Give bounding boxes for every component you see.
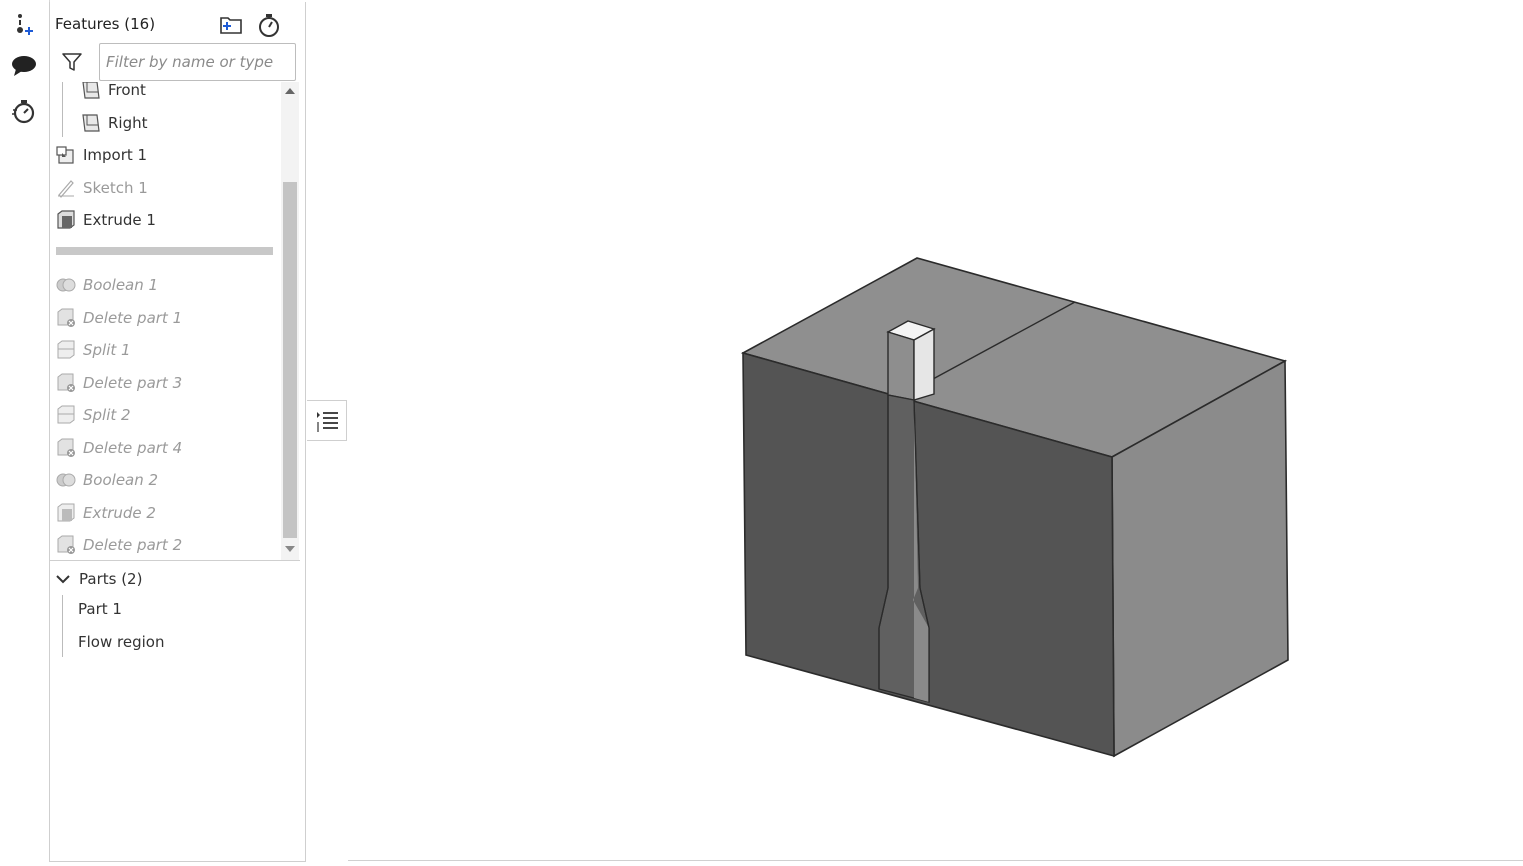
boolean-icon (56, 278, 76, 292)
delete-part-icon (57, 438, 75, 457)
part-item[interactable]: Flow region (78, 630, 164, 654)
sketch-icon (58, 180, 74, 198)
feature-label: Sketch 1 (83, 179, 148, 197)
graphics-viewport[interactable] (308, 0, 1523, 862)
filter-row (50, 42, 305, 82)
scroll-down-icon[interactable] (285, 546, 295, 552)
feature-item[interactable]: Delete part 3 (56, 370, 182, 396)
feature-label: Delete part 1 (83, 309, 183, 327)
feature-label: Right (108, 114, 148, 132)
feature-item[interactable]: Boolean 2 (56, 467, 158, 493)
split-icon (57, 340, 75, 359)
feature-scrollbar[interactable] (281, 82, 299, 560)
left-toolbar (0, 0, 50, 862)
parts-title: Parts (2) (79, 570, 143, 588)
rollback-timer-icon[interactable] (256, 12, 282, 38)
plane-icon (82, 114, 100, 132)
boolean-icon (56, 473, 76, 487)
feature-label: Split 1 (83, 341, 131, 359)
delete-part-icon (57, 535, 75, 554)
import-icon (56, 146, 74, 164)
feature-label: Front (108, 82, 146, 99)
insert-feature-icon[interactable] (8, 8, 40, 40)
timer-icon[interactable] (8, 95, 40, 127)
panel-title: Features (16) (55, 15, 156, 33)
divider (348, 860, 1523, 861)
add-folder-icon[interactable] (218, 12, 244, 38)
chevron-down-icon[interactable] (56, 574, 70, 584)
feature-label: Extrude 2 (83, 504, 156, 522)
feature-label: Import 1 (83, 146, 148, 164)
filter-input[interactable] (99, 43, 296, 81)
feature-item[interactable]: Extrude 1 (56, 207, 156, 233)
model-view (740, 257, 1289, 758)
tree-connector (62, 82, 63, 137)
feature-item[interactable]: Delete part 2 (56, 532, 182, 558)
feature-tree: Front Right Import 1 Sketch 1 Extrude 1 … (50, 82, 280, 560)
feature-item[interactable]: Split 2 (56, 402, 131, 428)
comment-icon[interactable] (8, 50, 40, 82)
filter-icon[interactable] (62, 52, 82, 72)
feature-item[interactable]: Import 1 (56, 142, 147, 168)
feature-list-panel: Features (16) Front (49, 2, 306, 862)
feature-item[interactable]: Right (81, 110, 148, 136)
feature-item[interactable]: Boolean 1 (56, 272, 158, 298)
tree-connector (62, 595, 63, 657)
scroll-thumb[interactable] (283, 182, 297, 538)
rollback-bar[interactable] (56, 247, 273, 255)
feature-label: Delete part 4 (83, 439, 183, 457)
delete-part-icon (57, 308, 75, 327)
split-icon (57, 405, 75, 424)
scroll-up-icon[interactable] (285, 88, 295, 94)
feature-item[interactable]: Delete part 1 (56, 305, 182, 331)
panel-header: Features (16) (50, 2, 305, 42)
parts-section-header[interactable]: Parts (2) (56, 567, 142, 591)
extrude-icon (57, 503, 75, 522)
feature-label: Split 2 (83, 406, 131, 424)
feature-label: Delete part 3 (83, 374, 183, 392)
feature-label: Boolean 2 (83, 471, 159, 489)
feature-item[interactable]: Sketch 1 (56, 175, 148, 201)
feature-item[interactable]: Front (81, 82, 146, 103)
feature-item[interactable]: Delete part 4 (56, 435, 182, 461)
plane-icon (82, 82, 100, 99)
extrude-icon (57, 210, 75, 229)
part-item[interactable]: Part 1 (78, 597, 122, 621)
feature-label: Boolean 1 (83, 276, 159, 294)
feature-item[interactable]: Extrude 2 (56, 500, 156, 526)
divider (50, 560, 300, 561)
feature-item[interactable]: Split 1 (56, 337, 131, 363)
delete-part-icon (57, 373, 75, 392)
feature-label: Delete part 2 (83, 536, 183, 554)
feature-label: Extrude 1 (83, 211, 156, 229)
